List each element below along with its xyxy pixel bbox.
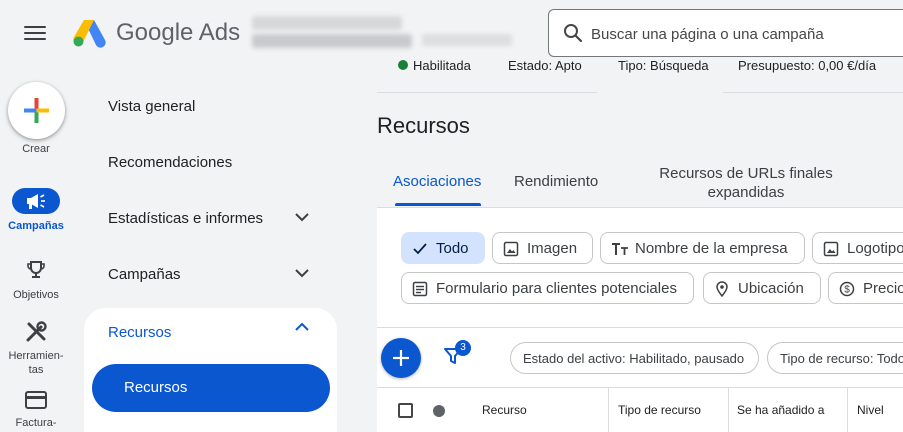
campaigns-rail-button[interactable] — [12, 188, 60, 214]
search-icon — [564, 24, 583, 43]
chip-all-label: Todo — [436, 240, 469, 257]
column-divider — [728, 388, 729, 432]
chip-logo-label: Logotipo — [847, 240, 903, 257]
google-ads-app: Google Ads Crear — [0, 0, 903, 432]
status-dot — [398, 60, 408, 70]
summary-type: Tipo: Búsqueda — [618, 58, 709, 73]
search-input[interactable] — [591, 22, 891, 46]
divider — [723, 92, 903, 93]
asset-type-filters: Todo Imagen Nombre de la empresa Logotip… — [377, 207, 903, 327]
chip-price-label: Precio — [863, 280, 903, 297]
side-navigation: Vista general Recomendaciones Estadístic… — [72, 66, 354, 432]
chip-all[interactable]: Todo — [401, 232, 485, 264]
nav-item-insights[interactable]: Estadísticas e informes — [108, 210, 263, 227]
plus-icon — [24, 98, 49, 123]
column-asset-type[interactable]: Tipo de recurso — [618, 403, 701, 417]
table-header: Recurso Tipo de recurso Se ha añadido a … — [377, 387, 903, 432]
chip-image-label: Imagen — [527, 240, 578, 257]
chevron-up-icon[interactable] — [294, 322, 310, 332]
chevron-down-icon[interactable] — [294, 268, 310, 278]
menu-icon[interactable] — [22, 22, 48, 44]
tab-performance[interactable]: Rendimiento — [514, 173, 598, 190]
nav-item-campaigns[interactable]: Campañas — [108, 266, 181, 283]
search-box[interactable] — [548, 9, 903, 57]
column-divider — [847, 388, 848, 432]
status-column-icon — [433, 405, 445, 417]
plus-icon — [393, 350, 409, 366]
billing-label: Factura- — [15, 417, 57, 429]
tab-associations[interactable]: Asociaciones — [393, 173, 481, 190]
campaigns-label: Campañas — [8, 220, 64, 232]
create-label: Crear — [22, 143, 50, 155]
tools-label-line2: tas — [28, 364, 44, 376]
chip-image[interactable]: Imagen — [492, 232, 593, 264]
page-title: Recursos — [377, 113, 470, 138]
chip-location[interactable]: Ubicación — [703, 272, 821, 304]
divider — [377, 92, 597, 93]
tab-expanded-final-urls[interactable]: Recursos de URLs finales expandidas — [646, 164, 846, 202]
chip-lead-form-label: Formulario para clientes potenciales — [436, 280, 677, 297]
check-icon — [413, 243, 427, 255]
nav-item-recommendations[interactable]: Recomendaciones — [108, 154, 232, 171]
chip-lead-form[interactable]: Formulario para clientes potenciales — [401, 272, 694, 304]
brand-name: Google Ads — [116, 19, 241, 46]
left-rail: Crear Campañas Objetivos Herramien- tas … — [0, 66, 72, 432]
summary-status: Habilitada — [413, 58, 471, 73]
filter-pill-asset-status[interactable]: Estado del activo: Habilitado, pausado — [510, 342, 759, 374]
chip-business-name[interactable]: Nombre de la empresa — [600, 232, 805, 264]
image-icon — [823, 241, 839, 257]
column-divider — [608, 388, 609, 432]
filter-count-badge: 3 — [455, 340, 471, 356]
summary-budget: Presupuesto: 0,00 €/día — [738, 58, 877, 73]
nav-item-assets[interactable]: Recursos — [108, 324, 171, 341]
text-icon — [612, 243, 628, 255]
credit-card-icon[interactable] — [25, 391, 47, 409]
nav-subitem-assets-label: Recursos — [124, 379, 188, 396]
active-tab-indicator — [395, 203, 481, 206]
campaign-summary: Habilitada Estado: Apto Tipo: Búsqueda P… — [377, 58, 903, 80]
tools-icon[interactable] — [25, 321, 47, 343]
megaphone-icon — [27, 194, 45, 209]
chevron-down-icon[interactable] — [294, 212, 310, 222]
column-added-to[interactable]: Se ha añadido a — [737, 403, 824, 417]
chip-location-label: Ubicación — [738, 280, 804, 297]
chip-price[interactable]: $ Precio — [828, 272, 903, 304]
form-icon — [412, 281, 428, 297]
add-asset-button[interactable] — [381, 338, 421, 378]
tab-expanded-final-urls-line1: Recursos de URLs finales — [659, 165, 833, 182]
filter-pill-asset-status-label: Estado del activo: Habilitado, pausado — [523, 351, 745, 366]
goals-label: Objetivos — [13, 289, 59, 301]
select-all-checkbox[interactable] — [398, 403, 413, 418]
nav-item-overview[interactable]: Vista general — [108, 98, 195, 115]
column-asset[interactable]: Recurso — [482, 403, 527, 417]
location-icon — [716, 281, 728, 297]
tab-expanded-final-urls-line2: expandidas — [707, 184, 785, 201]
price-icon: $ — [839, 281, 855, 297]
google-ads-logo-icon — [73, 20, 106, 48]
svg-text:$: $ — [844, 285, 850, 296]
top-bar: Google Ads — [0, 0, 903, 66]
image-icon — [503, 241, 519, 257]
chip-logo[interactable]: Logotipo — [812, 232, 903, 264]
create-button[interactable] — [8, 82, 65, 139]
table-toolbar: 3 Estado del activo: Habilitado, pausado… — [377, 327, 903, 387]
chip-business-name-label: Nombre de la empresa — [635, 240, 788, 257]
filter-pill-asset-type[interactable]: Tipo de recurso: Todo — [767, 342, 903, 374]
main-content: Habilitada Estado: Apto Tipo: Búsqueda P… — [377, 58, 903, 432]
tools-label-line1: Herramien- — [8, 350, 64, 362]
trophy-icon[interactable] — [26, 260, 46, 280]
summary-state: Estado: Apto — [508, 58, 582, 73]
account-selector[interactable] — [252, 16, 522, 52]
filter-pill-asset-type-label: Tipo de recurso: Todo — [780, 351, 903, 366]
nav-assets-section: Recursos Recursos — [84, 308, 337, 432]
column-level[interactable]: Nivel — [857, 403, 884, 417]
nav-subitem-assets[interactable]: Recursos — [92, 364, 330, 412]
